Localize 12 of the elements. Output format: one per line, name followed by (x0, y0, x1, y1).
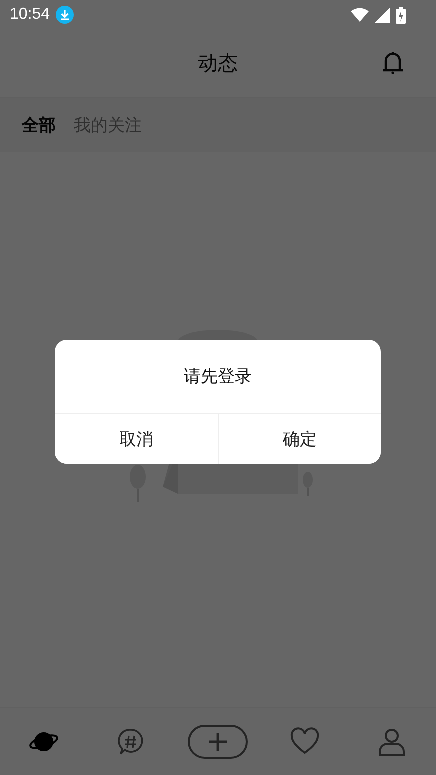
heart-icon[interactable] (290, 726, 320, 756)
battery-icon (396, 6, 406, 24)
wifi-icon (351, 8, 369, 22)
clock: 10:54 (10, 6, 50, 24)
hashtag-bubble-icon[interactable] (116, 726, 146, 756)
page-title: 动态 (198, 50, 238, 77)
bell-icon[interactable] (380, 50, 406, 76)
add-icon[interactable] (188, 724, 248, 758)
cancel-button[interactable]: 取消 (55, 414, 218, 464)
person-icon[interactable] (377, 726, 408, 756)
signal-icon (375, 8, 390, 22)
download-icon (56, 6, 74, 24)
